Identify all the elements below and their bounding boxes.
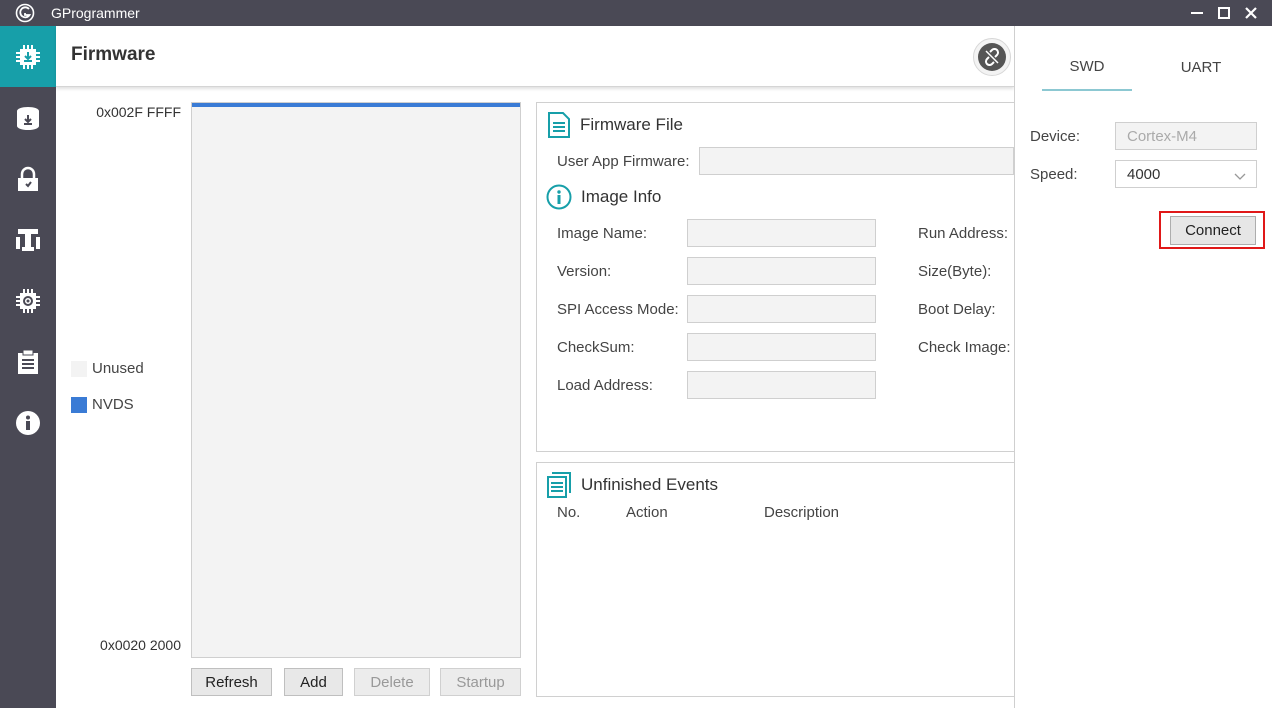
maximize-icon[interactable] xyxy=(1210,0,1237,26)
memory-top-address: 0x002F FFFF xyxy=(96,104,181,120)
version-field[interactable] xyxy=(687,257,876,285)
unfinished-events-title: Unfinished Events xyxy=(546,472,718,498)
refresh-button[interactable]: Refresh xyxy=(191,668,272,696)
boot-delay-label: Boot Delay: xyxy=(918,301,996,318)
nvds-swatch xyxy=(71,396,87,413)
chip-gear-icon xyxy=(16,288,40,313)
unused-swatch xyxy=(71,360,87,377)
startup-button[interactable]: Startup xyxy=(440,668,521,696)
column-header-no: No. xyxy=(557,504,581,521)
page-header: Firmware xyxy=(56,26,1014,87)
column-header-action: Action xyxy=(626,504,668,521)
page-title: Firmware xyxy=(71,44,156,65)
sidebar-item-logs[interactable] xyxy=(0,331,56,392)
sidebar-item-encryption[interactable] xyxy=(0,148,56,209)
spi-access-mode-label: SPI Access Mode: xyxy=(557,301,679,318)
version-label: Version: xyxy=(557,263,612,280)
spi-access-mode-field[interactable] xyxy=(687,295,876,323)
legend-unused: Unused xyxy=(71,360,144,377)
run-address-label: Run Address: xyxy=(918,225,1009,242)
user-app-firmware-label: User App Firmware: xyxy=(557,153,690,170)
sidebar-item-database[interactable] xyxy=(0,87,56,148)
clipboard-icon xyxy=(18,349,38,374)
checksum-field[interactable] xyxy=(687,333,876,361)
image-name-label: Image Name: xyxy=(557,225,648,242)
sidebar-item-tools[interactable] xyxy=(0,209,56,270)
minimize-icon[interactable] xyxy=(1183,0,1210,26)
checksum-label: CheckSum: xyxy=(557,339,635,356)
active-tab-indicator xyxy=(1042,89,1132,91)
device-field: Cortex-M4 xyxy=(1115,122,1257,150)
broken-link-icon xyxy=(984,48,1000,66)
chevron-down-icon xyxy=(1234,168,1246,185)
size-label: Size(Byte): xyxy=(918,263,992,280)
memory-bottom-address: 0x0020 2000 xyxy=(100,637,181,653)
document-icon xyxy=(547,112,571,138)
nvds-region xyxy=(192,103,520,107)
legend-label: NVDS xyxy=(92,396,134,413)
sidebar-item-about[interactable] xyxy=(0,392,56,453)
speed-label: Speed: xyxy=(1030,166,1078,183)
close-icon[interactable] xyxy=(1237,0,1264,26)
info-icon xyxy=(16,410,40,435)
user-app-firmware-field[interactable] xyxy=(699,147,1014,175)
legend-label: Unused xyxy=(92,360,144,377)
delete-button[interactable]: Delete xyxy=(354,668,430,696)
memory-map xyxy=(191,102,521,658)
add-button[interactable]: Add xyxy=(284,668,343,696)
image-info-title: Image Info xyxy=(546,184,661,210)
lock-icon xyxy=(18,166,38,191)
column-header-description: Description xyxy=(764,504,840,521)
connection-panel: SWD UART Device: Cortex-M4 Speed: 4000 C… xyxy=(1014,26,1272,708)
tools-icon xyxy=(16,228,40,251)
disconnect-button[interactable] xyxy=(973,38,1011,76)
legend-nvds: NVDS xyxy=(71,396,134,413)
documents-icon xyxy=(546,472,572,498)
database-download-icon xyxy=(17,106,39,130)
device-label: Device: xyxy=(1030,128,1081,145)
sidebar xyxy=(0,26,56,708)
firmware-file-title: Firmware File xyxy=(547,112,683,138)
tab-swd[interactable]: SWD xyxy=(1042,58,1132,75)
load-address-field[interactable] xyxy=(687,371,876,399)
app-title: GProgrammer xyxy=(51,5,140,21)
chip-download-icon xyxy=(16,44,40,69)
info-circle-icon xyxy=(546,184,572,210)
image-name-field[interactable] xyxy=(687,219,876,247)
tab-uart[interactable]: UART xyxy=(1156,59,1246,76)
load-address-label: Load Address: xyxy=(557,377,653,394)
title-bar: GProgrammer xyxy=(0,0,1272,26)
sidebar-item-firmware[interactable] xyxy=(0,26,56,87)
sidebar-item-chip-settings[interactable] xyxy=(0,270,56,331)
speed-value: 4000 xyxy=(1127,165,1161,183)
app-logo-icon xyxy=(12,0,38,26)
check-image-label: Check Image: xyxy=(918,339,1011,356)
connect-button[interactable]: Connect xyxy=(1170,216,1256,245)
speed-select[interactable]: 4000 xyxy=(1115,160,1257,188)
